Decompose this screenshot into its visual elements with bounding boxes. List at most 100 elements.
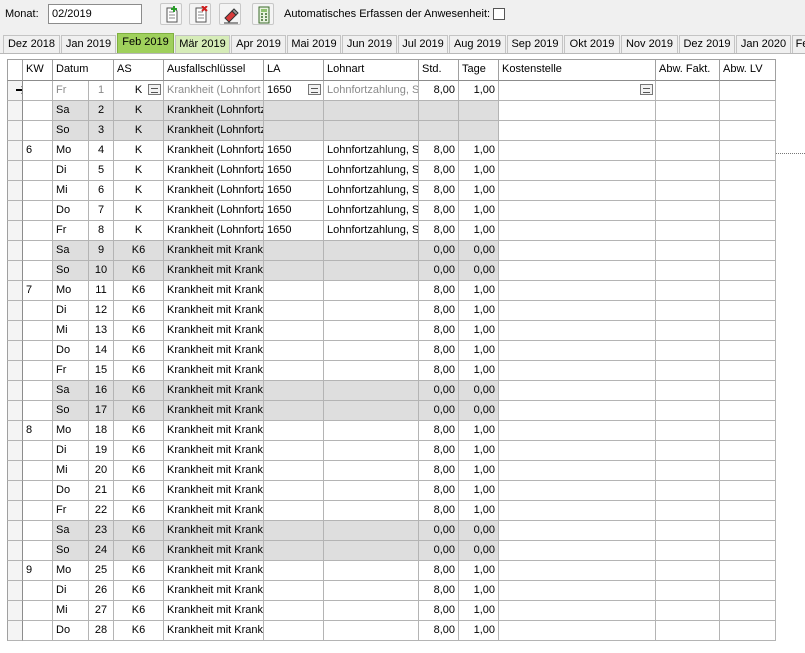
weekday-cell[interactable]: So xyxy=(53,541,89,561)
kw-cell[interactable]: 8 xyxy=(23,421,53,441)
lohnart-cell[interactable] xyxy=(324,421,419,441)
tab-mai-2019[interactable]: Mai 2019 xyxy=(287,35,341,53)
lohnart-cell[interactable] xyxy=(324,441,419,461)
header-lohnart[interactable]: Lohnart xyxy=(324,59,419,81)
kostenstelle-cell[interactable] xyxy=(499,541,656,561)
ausfallschluessel-cell[interactable]: Krankheit (Lohnfort xyxy=(164,81,264,101)
abw-lv-cell[interactable] xyxy=(720,241,776,261)
header-abw-lv[interactable]: Abw. LV xyxy=(720,59,776,81)
abw-fakt-cell[interactable] xyxy=(656,161,720,181)
table-row[interactable]: Di 5 K Krankheit (Lohnfortz 1650 Lohnfortzahl… xyxy=(0,161,776,181)
table-row[interactable]: Di 12 K6 Krankheit mit Kranke 8,00 1,00 xyxy=(0,301,776,321)
kostenstelle-cell[interactable] xyxy=(499,361,656,381)
weekday-cell[interactable]: Do xyxy=(53,341,89,361)
kw-cell[interactable] xyxy=(23,541,53,561)
weekday-cell[interactable]: Mi xyxy=(53,601,89,621)
table-row[interactable]: Di 19 K6 Krankheit mit Kranke 8,00 1,00 xyxy=(0,441,776,461)
weekday-cell[interactable]: Sa xyxy=(53,101,89,121)
tage-cell[interactable]: 1,00 xyxy=(459,341,499,361)
kw-cell[interactable] xyxy=(23,401,53,421)
weekday-cell[interactable]: Mo xyxy=(53,561,89,581)
abw-fakt-cell[interactable] xyxy=(656,621,720,641)
lohnart-cell[interactable] xyxy=(324,621,419,641)
abw-lv-cell[interactable] xyxy=(720,401,776,421)
weekday-cell[interactable]: Di xyxy=(53,161,89,181)
lohnart-cell[interactable] xyxy=(324,381,419,401)
kostenstelle-cell[interactable] xyxy=(499,521,656,541)
day-cell[interactable]: 1 xyxy=(89,81,114,101)
std-cell[interactable]: 8,00 xyxy=(419,321,459,341)
lohnart-cell[interactable] xyxy=(324,501,419,521)
lohnart-cell[interactable] xyxy=(324,241,419,261)
abw-lv-cell[interactable] xyxy=(720,341,776,361)
std-cell[interactable]: 8,00 xyxy=(419,161,459,181)
la-cell[interactable]: 1650 xyxy=(264,201,324,221)
as-cell[interactable]: K6 xyxy=(114,601,164,621)
kw-cell[interactable] xyxy=(23,221,53,241)
day-cell[interactable]: 3 xyxy=(89,121,114,141)
table-row[interactable]: Mi 20 K6 Krankheit mit Kranke 8,00 1,00 xyxy=(0,461,776,481)
ausfallschluessel-cell[interactable]: Krankheit (Lohnfortz xyxy=(164,121,264,141)
tage-cell[interactable]: 1,00 xyxy=(459,81,499,101)
lohnart-cell[interactable] xyxy=(324,121,419,141)
abw-lv-cell[interactable] xyxy=(720,541,776,561)
as-cell[interactable]: K6 xyxy=(114,361,164,381)
lohnart-cell[interactable]: Lohnfortzahlung, S xyxy=(324,81,419,101)
std-cell[interactable]: 8,00 xyxy=(419,221,459,241)
lohnart-cell[interactable] xyxy=(324,481,419,501)
kw-cell[interactable]: 6 xyxy=(23,141,53,161)
ausfallschluessel-cell[interactable]: Krankheit mit Kranke xyxy=(164,501,264,521)
as-cell[interactable]: K6 xyxy=(114,481,164,501)
kw-cell[interactable] xyxy=(23,181,53,201)
kw-cell[interactable] xyxy=(23,161,53,181)
lohnart-cell[interactable] xyxy=(324,261,419,281)
std-cell[interactable]: 8,00 xyxy=(419,181,459,201)
abw-fakt-cell[interactable] xyxy=(656,121,720,141)
lohnart-cell[interactable] xyxy=(324,101,419,121)
tage-cell[interactable]: 1,00 xyxy=(459,561,499,581)
kostenstelle-cell[interactable] xyxy=(499,161,656,181)
abw-lv-cell[interactable] xyxy=(720,561,776,581)
as-cell[interactable]: K6 xyxy=(114,541,164,561)
abw-lv-cell[interactable] xyxy=(720,621,776,641)
day-cell[interactable]: 8 xyxy=(89,221,114,241)
weekday-cell[interactable]: Sa xyxy=(53,241,89,261)
weekday-cell[interactable]: Do xyxy=(53,201,89,221)
la-cell[interactable] xyxy=(264,621,324,641)
delete-entry-button[interactable] xyxy=(189,3,211,25)
header-tage[interactable]: Tage xyxy=(459,59,499,81)
ausfallschluessel-cell[interactable]: Krankheit mit Kranke xyxy=(164,381,264,401)
day-cell[interactable]: 18 xyxy=(89,421,114,441)
tage-cell[interactable]: 1,00 xyxy=(459,181,499,201)
weekday-cell[interactable]: Fr xyxy=(53,221,89,241)
tage-cell[interactable]: 1,00 xyxy=(459,161,499,181)
kostenstelle-cell[interactable] xyxy=(499,441,656,461)
abw-lv-cell[interactable] xyxy=(720,181,776,201)
ausfallschluessel-cell[interactable]: Krankheit mit Kranke xyxy=(164,561,264,581)
la-cell[interactable] xyxy=(264,561,324,581)
table-row[interactable]: Do 28 K6 Krankheit mit Kranke 8,00 1,00 xyxy=(0,621,776,641)
lohnart-cell[interactable] xyxy=(324,561,419,581)
std-cell[interactable]: 8,00 xyxy=(419,361,459,381)
tab-nov-2019[interactable]: Nov 2019 xyxy=(621,35,678,53)
std-cell[interactable]: 8,00 xyxy=(419,461,459,481)
kw-cell[interactable] xyxy=(23,501,53,521)
table-row[interactable]: Sa 23 K6 Krankheit mit Kranke 0,00 0,00 xyxy=(0,521,776,541)
lohnart-cell[interactable] xyxy=(324,321,419,341)
la-cell[interactable] xyxy=(264,241,324,261)
table-row[interactable]: 7 Mo 11 K6 Krankheit mit Kranke 8,00 1,00 xyxy=(0,281,776,301)
la-cell[interactable]: 1650 xyxy=(264,221,324,241)
kostenstelle-cell[interactable] xyxy=(499,81,656,101)
ausfallschluessel-cell[interactable]: Krankheit mit Kranke xyxy=(164,621,264,641)
std-cell[interactable]: 0,00 xyxy=(419,261,459,281)
abw-fakt-cell[interactable] xyxy=(656,81,720,101)
std-cell[interactable]: 8,00 xyxy=(419,481,459,501)
lohnart-cell[interactable] xyxy=(324,341,419,361)
abw-fakt-cell[interactable] xyxy=(656,601,720,621)
table-row[interactable]: Fr 1 K Krankheit (Lohnfort 1650 Lohnfortzahlu… xyxy=(0,81,776,101)
abw-fakt-cell[interactable] xyxy=(656,421,720,441)
std-cell[interactable]: 8,00 xyxy=(419,601,459,621)
la-cell[interactable]: 1650 xyxy=(264,141,324,161)
std-cell[interactable]: 8,00 xyxy=(419,581,459,601)
kw-cell[interactable] xyxy=(23,121,53,141)
